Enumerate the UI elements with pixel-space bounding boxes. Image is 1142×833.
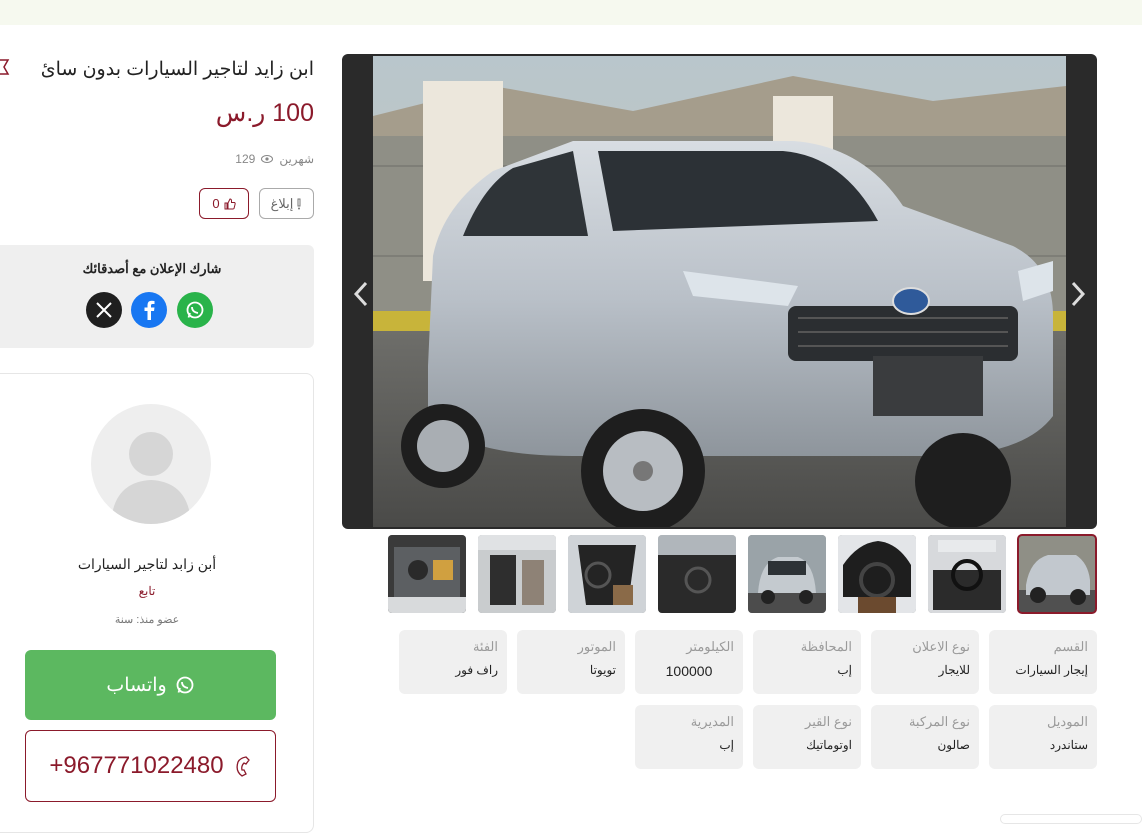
like-count: 0: [212, 196, 220, 211]
share-whatsapp-button[interactable]: [177, 292, 213, 328]
spec-label: المديرية: [690, 714, 734, 729]
spec-value: راف فور: [455, 663, 498, 677]
spec-label: نوع المركبة: [908, 714, 970, 729]
spec-category: القسم إيجار السيارات: [989, 630, 1097, 694]
spec-ad-type: نوع الاعلان للايجار: [871, 630, 979, 694]
spec-label: نوع الاعلان: [912, 639, 970, 654]
spec-label: المحافظة: [800, 639, 852, 654]
share-facebook-button[interactable]: [131, 292, 167, 328]
next-image-button[interactable]: [1063, 274, 1093, 314]
eye-icon: [261, 155, 274, 163]
thumbnail-7[interactable]: [478, 535, 556, 613]
phone-icon: [236, 756, 250, 777]
spec-label: الكيلومتر: [686, 639, 734, 654]
follow-button[interactable]: تابع: [0, 584, 313, 598]
thumbnail-strip: [388, 534, 1100, 615]
chevron-right-icon: [1071, 281, 1086, 307]
listing-price: 100 ر.س: [215, 99, 314, 127]
spec-class: الفئة راف فور: [399, 630, 507, 694]
spec-value: ستاندرد: [1049, 738, 1088, 752]
chevron-left-icon: [353, 281, 368, 307]
spec-value: إب: [837, 663, 852, 677]
spec-value: 100000: [665, 663, 713, 679]
report-button[interactable]: إبلاغ: [259, 188, 314, 219]
like-button[interactable]: 0: [199, 188, 249, 219]
avatar[interactable]: [91, 404, 211, 524]
spec-model: الموديل ستاندرد: [989, 705, 1097, 769]
thumbnail-2[interactable]: [928, 535, 1006, 613]
spec-label: الفئة: [472, 639, 498, 654]
seller-card: أبن زابد لتاجير السيارات تابع عضو منذ: س…: [0, 373, 314, 833]
facebook-icon: [144, 300, 155, 320]
thumbnail-3[interactable]: [838, 535, 916, 613]
phone-contact-button[interactable]: +967771022480: [25, 730, 276, 802]
views-count: 129: [235, 152, 256, 166]
whatsapp-icon: [186, 301, 204, 319]
spec-district: المديرية إب: [635, 705, 743, 769]
share-box: شارك الإعلان مع أصدقائك: [0, 245, 314, 348]
previous-image-button[interactable]: [346, 274, 376, 314]
spec-transmission: نوع القير اوتوماتيك: [753, 705, 861, 769]
member-since: عضو منذ: سنة: [114, 614, 180, 626]
spec-vehicle-type: نوع المركبة صالون: [871, 705, 979, 769]
spec-value: إيجار السيارات: [1015, 663, 1088, 677]
spec-value: إب: [719, 738, 734, 752]
main-photo[interactable]: [342, 54, 1097, 529]
thumbnail-4[interactable]: [748, 535, 826, 613]
user-placeholder-icon: [111, 432, 191, 524]
whatsapp-label: واتساب: [106, 674, 167, 696]
thumbnail-1[interactable]: [1017, 534, 1097, 614]
seller-name[interactable]: أبن زابد لتاجير السيارات: [0, 556, 313, 573]
share-x-button[interactable]: [86, 292, 122, 328]
listing-title: ابن زايد لتاجير السيارات بدون سائ: [40, 59, 314, 80]
whatsapp-icon: [176, 676, 194, 694]
listing-meta: 129 شهرين: [200, 150, 314, 168]
spec-kilometers: الكيلومتر 100000: [635, 630, 743, 694]
x-icon: [96, 302, 112, 318]
spec-governorate: المحافظة إب: [753, 630, 861, 694]
thumbnail-5[interactable]: [658, 535, 736, 613]
car-photo: [373, 56, 1066, 527]
report-label: إبلاغ: [270, 195, 294, 211]
spec-make: الموتور تويوتا: [517, 630, 625, 694]
alert-icon: [297, 198, 301, 209]
spec-value: تويوتا: [589, 663, 616, 677]
spec-value: للايجار: [938, 663, 970, 677]
posted-time: شهرين: [279, 152, 314, 166]
whatsapp-contact-button[interactable]: واتساب: [25, 650, 276, 720]
related-card-edge: [1000, 814, 1142, 824]
share-title: شارك الإعلان مع أصدقائك: [82, 261, 222, 276]
phone-number: +967771022480: [49, 752, 224, 779]
spec-label: الموتور: [577, 639, 616, 654]
thumbnail-8[interactable]: [388, 535, 466, 613]
spec-label: الموديل: [1046, 714, 1088, 729]
thumbs-up-icon: [224, 197, 236, 209]
spec-label: نوع القير: [805, 714, 852, 729]
spec-label: القسم: [1053, 639, 1088, 654]
top-bar: [0, 0, 1142, 25]
spec-value: صالون: [937, 738, 970, 752]
thumbnail-6[interactable]: [568, 535, 646, 613]
spec-value: اوتوماتيك: [806, 738, 852, 752]
